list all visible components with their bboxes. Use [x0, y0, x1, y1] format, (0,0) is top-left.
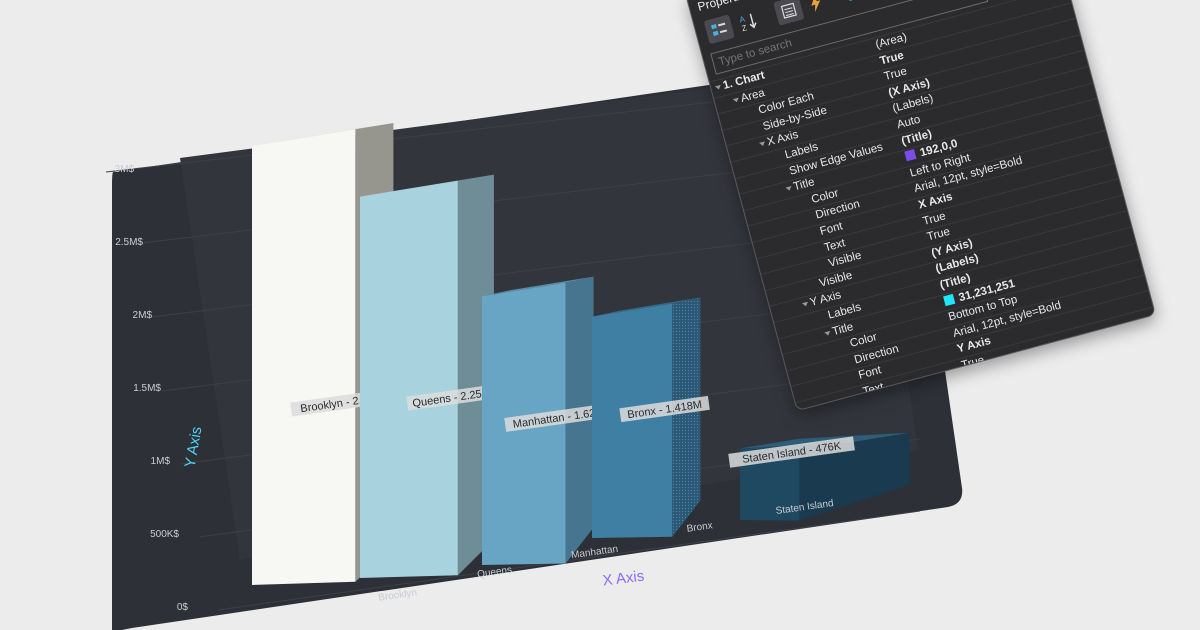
y-axis-ticks: 0$ 500K$ 1M$ 1.5M$ 2M$ 2.5M$ 3M$ — [115, 164, 189, 613]
alphabetical-button[interactable]: A Z — [733, 7, 764, 37]
gear-icon — [844, 0, 858, 1]
expand-arrow-icon[interactable] — [732, 97, 740, 103]
property-pages-icon — [780, 2, 797, 19]
property-pages-button[interactable] — [773, 0, 805, 26]
expand-arrow-icon[interactable] — [714, 84, 722, 91]
y-tick-label: 1M$ — [151, 456, 171, 467]
x-tick-label: Brooklyn — [378, 587, 418, 603]
bar-top — [592, 297, 701, 317]
data-label: Manhattan - 1.629M — [504, 402, 619, 432]
expand-arrow-icon[interactable] — [785, 186, 793, 192]
data-label-text: Bronx - 1.418M — [627, 399, 703, 421]
data-label-text: Manhattan - 1.629M — [512, 405, 611, 431]
grid-line — [217, 510, 921, 611]
bar — [740, 438, 800, 521]
categorized-button[interactable] — [703, 14, 735, 45]
data-label: Queens - 2.254M — [406, 383, 503, 411]
x-tick-label: Manhattan — [570, 544, 618, 561]
bar-top — [482, 276, 594, 297]
expand-arrow-icon[interactable] — [824, 330, 832, 336]
bar-side — [565, 276, 594, 564]
settings-button[interactable] — [837, 0, 876, 9]
data-label: Brooklyn - 2.560M — [290, 387, 399, 417]
x-tick-label: Staten Island — [775, 498, 834, 517]
events-button[interactable] — [800, 0, 831, 18]
y-tick-label: 2.5M$ — [115, 237, 143, 248]
bar — [482, 282, 566, 565]
property-value[interactable]: True — [964, 370, 990, 388]
bar-top — [252, 123, 394, 146]
grid-line — [199, 438, 921, 538]
property-value[interactable]: True — [960, 354, 986, 372]
x-tick-label: Queens — [477, 565, 513, 581]
property-name: Text — [861, 381, 886, 399]
categorized-icon — [710, 22, 728, 36]
bar — [360, 180, 458, 578]
bar-side — [457, 174, 494, 576]
bar — [592, 303, 673, 538]
bar-top — [740, 432, 910, 449]
data-label-text: Queens - 2.254M — [412, 386, 498, 410]
property-value-text: True — [964, 370, 990, 388]
y-tick-label: 3M$ — [115, 164, 135, 175]
properties-panel: Properties A Z Type to search 1. Chart (… — [685, 0, 1157, 412]
bar — [252, 129, 356, 586]
data-label: Staten Island - 476K — [728, 436, 855, 468]
x-tick-label: Bronx — [686, 520, 713, 535]
sort-az-icon: A Z — [738, 13, 757, 33]
property-value-text: True — [960, 354, 986, 372]
property-name: Visible — [865, 393, 902, 412]
bar-side — [799, 432, 910, 521]
bar-side — [355, 123, 394, 582]
data-label: Bronx - 1.418M — [619, 395, 710, 423]
data-label-text: Staten Island - 476K — [742, 440, 843, 466]
expand-arrow-icon[interactable] — [759, 141, 766, 148]
color-swatch — [942, 293, 956, 306]
y-tick-label: 0$ — [177, 602, 189, 613]
data-label-text: Brooklyn - 2.560M — [300, 391, 390, 415]
x-axis-title: X Axis — [602, 568, 645, 590]
y-tick-label: 1.5M$ — [133, 383, 161, 394]
y-tick-label: 500K$ — [150, 529, 179, 540]
expand-arrow-icon[interactable] — [802, 301, 809, 308]
lightning-icon — [811, 0, 821, 12]
x-axis-ticks: Brooklyn Queens Manhattan Bronx Staten Islan… — [378, 498, 835, 604]
bar-top — [360, 174, 494, 197]
svg-text:Z: Z — [741, 23, 748, 33]
bar-side — [672, 297, 701, 537]
color-swatch — [904, 149, 917, 162]
property-grid: 1. Chart (Area) Area True Color Each True Side… — [709, 0, 1157, 412]
y-axis-title: Y Axis — [182, 425, 206, 469]
y-tick-label: 2M$ — [133, 310, 153, 321]
